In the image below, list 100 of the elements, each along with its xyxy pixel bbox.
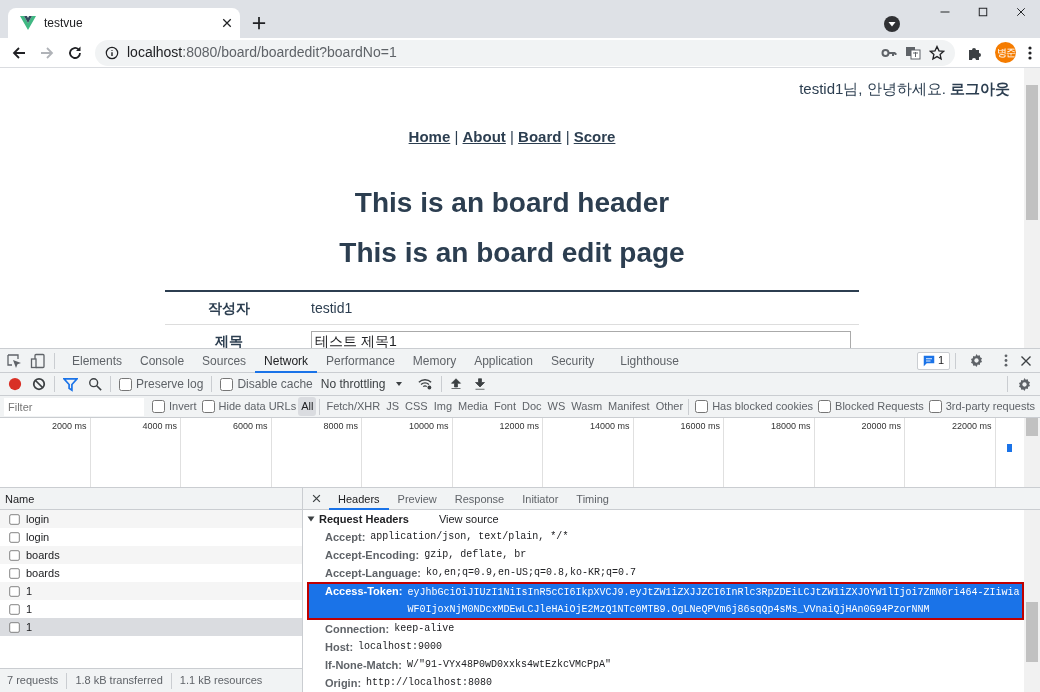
header-row[interactable]: Connection: keep-alive [307,620,1024,638]
close-icon[interactable] [1020,354,1032,367]
detail-tab[interactable]: Preview [388,488,446,510]
clear-icon[interactable] [32,377,46,391]
logout-link[interactable]: 로그아웃 [950,80,1010,97]
header-row[interactable]: Access-Token: eyJhbGciOiJIUzI1NiIsInR5cCI6IkpXVCJ9.eyJtZW1iZXJJZCI6InRlc3RpZDEiLCJtZW1iZXJOYW1lIjoi7ZmN6ri464-ZIiwiaWF0IjoxNjM0NDcxMDEwLCJleHAiOjE2MzQ1NTc0MTB9.OgLNeQPVm6j86sqQp4sMs_VVnaiQjHAn0G94PzorNNM [307,582,1024,620]
detail-tab[interactable]: Initiator [513,488,568,510]
checkbox[interactable] [152,400,165,413]
scrollbar-thumb[interactable] [1026,418,1038,436]
devtools-tab[interactable]: Security [541,348,604,373]
field-label: 제목 [214,331,244,348]
download-icon[interactable] [474,377,487,391]
detail-tab[interactable]: Headers [329,488,389,510]
reload-icon[interactable] [67,44,83,61]
section-title[interactable]: Request Headers [319,510,409,528]
request-row[interactable]: 1 [0,618,302,636]
nav-link[interactable]: Home [408,128,451,145]
settings-icon[interactable] [969,353,984,368]
nav-separator: | [565,128,570,145]
filter-type[interactable]: JS [383,397,403,416]
header-row[interactable]: Host: localhost:9000 [307,638,1024,656]
record-icon[interactable] [8,377,22,391]
header-row[interactable]: Origin: http://localhost:8080 [307,674,1024,692]
header-row[interactable]: Accept: application/json, text/plain, */* [307,528,1024,546]
star-icon[interactable] [929,44,945,61]
url-text[interactable]: localhost:8080/board/boardedit?boardNo=1 [127,42,873,63]
address-bar[interactable]: localhost:8080/board/boardedit?boardNo=1 [95,39,955,66]
tick-label: 18000 ms [770,421,811,431]
request-row[interactable]: login [0,528,302,546]
close-icon[interactable] [222,18,232,28]
checkbox[interactable] [818,400,832,413]
upload-icon[interactable] [450,377,463,391]
device-icon[interactable] [30,352,46,369]
maximize-icon[interactable] [977,6,989,18]
header-row[interactable]: If-None-Match: W/"91-VYx48P0wD0xxks4wtEzkcVMcPpA" [307,656,1024,674]
settings-icon[interactable] [1017,376,1032,392]
expanded-triangle-icon[interactable] [307,515,315,523]
more-icon[interactable] [1028,44,1032,61]
checkbox[interactable] [119,377,132,391]
checkbox[interactable] [201,400,215,413]
devtools-tab[interactable]: Lighthouse [611,348,688,373]
checkbox-label: Blocked Requests [835,399,924,415]
devtools-tab[interactable]: Application [465,348,542,373]
filter-icon[interactable] [63,376,78,392]
throttling-dropdown[interactable]: No throttling [320,375,404,393]
filter-type[interactable]: WS [544,397,569,416]
filter-field[interactable]: Filter [4,397,144,416]
tick-label: 4000 ms [142,421,177,431]
request-row[interactable]: boards [0,546,302,564]
browser-tab[interactable]: testvue [8,8,240,38]
view-source-link[interactable]: View source [438,510,499,528]
devtools-tab[interactable]: Console [131,348,194,373]
devtools-tab[interactable]: Performance [317,348,404,373]
title-field[interactable]: 테스트 제목1 [311,331,851,348]
translate-icon[interactable] [905,44,921,61]
filter-type[interactable]: Fetch/XHR [323,397,384,416]
checkbox-label: Hide data URLs [218,399,297,415]
nav-link[interactable]: Score [573,128,616,145]
tab-title: testvue [44,15,84,32]
checkbox-icon [9,549,20,561]
filter-type[interactable]: Doc [519,397,545,416]
filter-type[interactable]: All [298,397,317,416]
checkbox-label: 3rd-party requests [945,399,1035,415]
detail-tab[interactable]: Response [445,488,514,510]
search-icon[interactable] [88,377,102,391]
filter-type[interactable]: Manifest [605,397,653,416]
devtools-tab[interactable]: Memory [403,348,466,373]
checkbox[interactable] [220,377,234,391]
request-row[interactable]: login [0,510,302,528]
filter-type[interactable]: Img [430,397,455,416]
checkbox-label: Preserve log [136,376,204,393]
detail-tab[interactable]: Timing [567,488,618,510]
page-heading: This is an board edit page [338,236,686,270]
filter-type[interactable]: Wasm [568,397,606,416]
devtools-tab[interactable]: Elements [63,348,132,373]
header-row[interactable]: Accept-Encoding: gzip, deflate, br [307,546,1024,564]
close-icon[interactable] [312,494,321,503]
checkbox[interactable] [928,400,942,413]
filter-type[interactable]: CSS [402,397,431,416]
request-row[interactable]: 1 [0,600,302,618]
nav-link[interactable]: Board [518,128,562,145]
dropdown-icon[interactable] [884,16,900,32]
network-conditions-icon[interactable] [417,377,434,391]
plus-icon[interactable] [252,16,266,30]
issues-badge[interactable]: 1 [916,351,950,370]
filter-type[interactable]: Other [652,397,687,416]
checkbox[interactable] [695,400,709,413]
filter-type[interactable]: Media [455,397,491,416]
back-icon[interactable] [11,44,27,61]
devtools-tab[interactable]: Sources [193,348,256,373]
request-row[interactable]: 1 [0,582,302,600]
inspect-icon[interactable] [6,352,22,369]
request-row[interactable]: boards [0,564,302,582]
filter-type[interactable]: Font [491,397,519,416]
header-row[interactable]: Accept-Language: ko,en;q=0.9,en-US;q=0.8,ko-KR;q=0.7 [307,564,1024,582]
scrollbar-thumb[interactable] [1026,85,1038,220]
nav-link[interactable]: About [462,128,506,145]
vue-logo-icon [20,16,36,30]
close-icon[interactable] [1015,6,1027,18]
scrollbar-thumb[interactable] [1026,602,1038,662]
